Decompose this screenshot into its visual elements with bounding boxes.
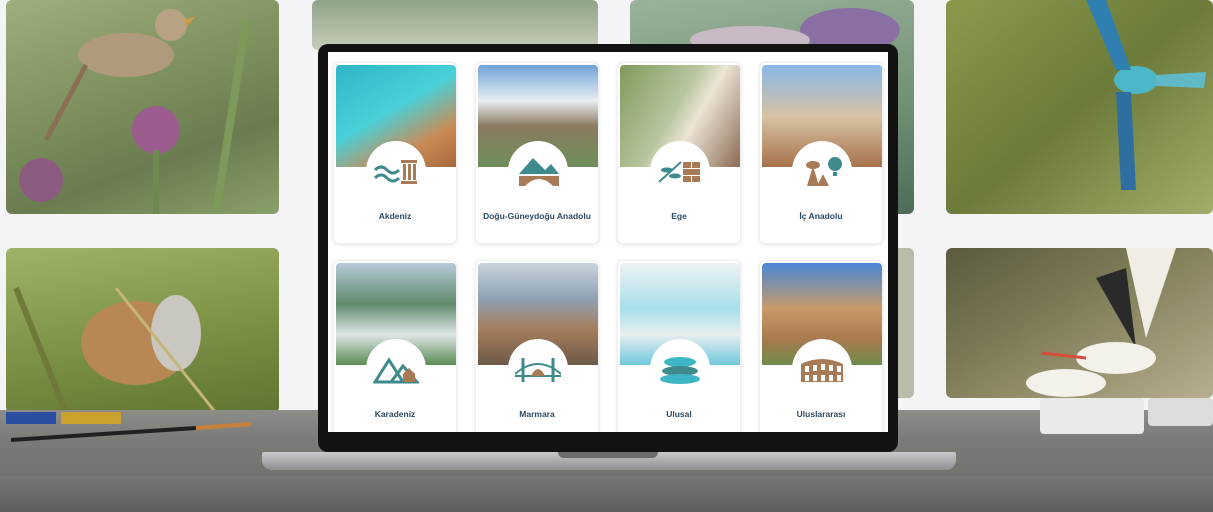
bridge-mosque-icon	[508, 339, 568, 399]
region-card-uluslararasi[interactable]: Uluslararası	[759, 260, 883, 432]
region-label: Marmara	[519, 409, 555, 419]
roller-bird-illustration	[1086, 0, 1206, 190]
desk-edge	[0, 476, 1213, 512]
sparrow-photo-tile	[6, 0, 279, 214]
region-selection-app: Akdeniz Doğu-Güneydoğu Anadolu Ege İç An…	[328, 52, 888, 432]
travertine-pools-icon	[650, 339, 710, 399]
region-label: Uluslararası	[796, 409, 846, 419]
olive-branch-icon	[650, 141, 710, 201]
fairy-chimney-balloon-icon	[792, 141, 852, 201]
stork-stand-base-2	[1148, 398, 1213, 426]
region-card-ege[interactable]: Ege	[617, 62, 741, 244]
stork-photo-tile	[946, 248, 1213, 398]
butterfly-photo-tile	[6, 248, 279, 413]
columns-waves-icon	[366, 141, 426, 201]
stork-stand-base	[1040, 398, 1144, 434]
paintbrush-illustration	[6, 412, 252, 442]
region-label: Karadeniz	[374, 409, 416, 419]
sparrow-illustration	[19, 9, 250, 214]
roller-bird-photo-tile	[946, 0, 1213, 214]
region-card-akdeniz[interactable]: Akdeniz	[333, 62, 457, 244]
region-label: Ege	[671, 211, 687, 221]
butterfly-illustration	[13, 286, 218, 413]
region-label: Doğu-Güneydoğu Anadolu	[483, 211, 591, 221]
region-label: İç Anadolu	[799, 211, 843, 221]
region-label: Akdeniz	[378, 211, 412, 221]
region-card-ulusal[interactable]: Ulusal	[617, 260, 741, 432]
stork-illustration	[1026, 248, 1176, 397]
mountain-house-icon	[366, 339, 426, 399]
photo-strip	[896, 248, 914, 398]
laptop-notch	[558, 452, 658, 458]
mountain-bridge-icon	[508, 141, 568, 201]
region-card-karadeniz[interactable]: Karadeniz	[333, 260, 457, 432]
plant-photo-tile	[312, 0, 598, 50]
region-card-marmara[interactable]: Marmara	[475, 260, 599, 432]
region-card-dogu-guneydogu[interactable]: Doğu-Güneydoğu Anadolu	[475, 62, 599, 244]
region-card-grid: Akdeniz Doğu-Güneydoğu Anadolu Ege İç An…	[328, 52, 888, 432]
colosseum-icon	[792, 339, 852, 399]
region-card-ic-anadolu[interactable]: İç Anadolu	[759, 62, 883, 244]
region-label: Ulusal	[666, 409, 692, 419]
